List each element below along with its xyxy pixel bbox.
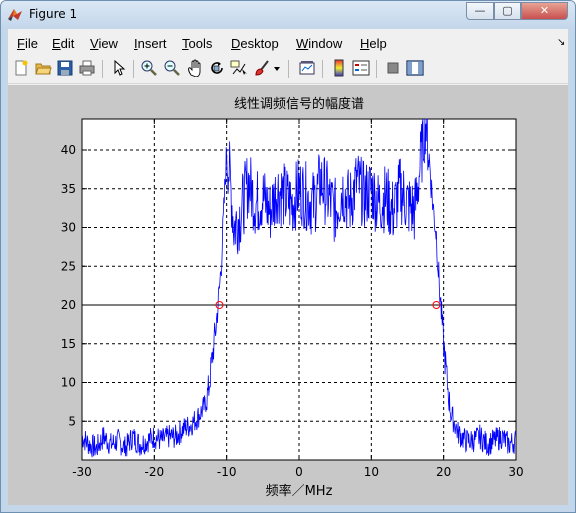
menu-window-label: indow: [308, 36, 343, 51]
chart-title: 线性调频信号的幅度谱: [234, 96, 364, 112]
menu-view-label: iew: [98, 36, 118, 51]
hide-plot-tools-icon[interactable]: [384, 59, 402, 77]
menu-file[interactable]: File: [17, 36, 38, 51]
title-bar[interactable]: Figure 1 — ▢ ✕: [1, 1, 575, 28]
maximize-button[interactable]: ▢: [494, 2, 521, 20]
menu-window-underline: W: [296, 36, 309, 51]
edit-plot-arrow-icon[interactable]: [110, 59, 128, 77]
menu-help[interactable]: Help: [360, 36, 387, 51]
menu-tools-label: ools: [188, 36, 213, 51]
y-tick-label: 35: [61, 182, 76, 196]
menu-file-underline: F: [17, 36, 25, 51]
chart-svg[interactable]: -30 -20 -10 0 10 20 30 5 10 15 20 25 30 35 40 线性调频信号的…: [8, 85, 568, 505]
y-tick-label: 15: [61, 337, 76, 351]
dock-arrow-icon[interactable]: ↘: [557, 37, 565, 48]
menu-help-label: elp: [369, 36, 387, 51]
menu-desktop-underline: D: [231, 36, 241, 51]
figure-toolbar: [8, 56, 568, 84]
new-figure-icon[interactable]: [12, 59, 30, 77]
window-title: Figure 1: [29, 7, 78, 21]
menu-desktop[interactable]: Desktop: [231, 36, 279, 51]
pan-hand-icon[interactable]: [186, 59, 204, 77]
x-tick-label: 0: [295, 465, 303, 479]
menu-bar: File Edit View Insert Tools Desktop Wind…: [8, 29, 568, 56]
x-tick-label: -30: [72, 465, 92, 479]
menu-edit-label: dit: [60, 36, 75, 51]
toolbar-separator: [133, 60, 134, 78]
menu-edit[interactable]: Edit: [52, 36, 74, 51]
menu-desktop-label: esktop: [240, 36, 279, 51]
y-tick-label: 30: [61, 221, 76, 235]
brush-icon[interactable]: [253, 59, 271, 77]
save-icon[interactable]: [56, 59, 74, 77]
x-tick-label: -20: [145, 465, 165, 479]
menu-edit-underline: E: [52, 36, 61, 51]
y-tick-label: 40: [61, 143, 76, 157]
open-file-icon[interactable]: [34, 59, 52, 77]
x-axis-label: 频率／MHz: [266, 483, 333, 499]
brush-dropdown-icon[interactable]: [272, 59, 282, 77]
toolbar-separator: [288, 60, 289, 78]
y-tick-label: 25: [61, 259, 76, 273]
show-plot-tools-icon[interactable]: [406, 59, 424, 77]
x-tick-label: 30: [508, 465, 523, 479]
toolbar-separator: [102, 60, 103, 78]
menu-insert[interactable]: Insert: [134, 36, 167, 51]
figure-client-area: File Edit View Insert Tools Desktop Wind…: [8, 29, 568, 505]
zoom-out-icon[interactable]: [163, 59, 181, 77]
menu-tools[interactable]: Tools: [182, 36, 212, 51]
x-tick-label: -10: [217, 465, 237, 479]
matlab-icon: [8, 9, 22, 21]
menu-view[interactable]: View: [90, 36, 118, 51]
menu-insert-label: nsert: [137, 36, 167, 51]
toolbar-separator: [376, 60, 377, 78]
zoom-in-icon[interactable]: [140, 59, 158, 77]
x-tick-label: 10: [364, 465, 379, 479]
figure-canvas[interactable]: -30 -20 -10 0 10 20 30 5 10 15 20 25 30 35 40 线性调频信号的…: [8, 85, 568, 505]
link-plot-icon[interactable]: [298, 59, 316, 77]
legend-icon[interactable]: [352, 59, 370, 77]
y-tick-label: 10: [61, 376, 76, 390]
toolbar-separator: [322, 60, 323, 78]
menu-window[interactable]: Window: [296, 36, 342, 51]
figure-window: Figure 1 — ▢ ✕ File Edit View Insert Too…: [0, 0, 576, 513]
rotate-3d-icon[interactable]: [208, 59, 226, 77]
minimize-button[interactable]: —: [466, 2, 494, 20]
close-button[interactable]: ✕: [521, 2, 568, 20]
print-icon[interactable]: [78, 59, 96, 77]
x-tick-label: 20: [436, 465, 451, 479]
data-cursor-icon[interactable]: [230, 59, 248, 77]
colorbar-icon[interactable]: [330, 59, 348, 77]
menu-file-label: ile: [24, 36, 38, 51]
y-tick-label: 5: [68, 414, 76, 428]
y-tick-label: 20: [61, 298, 76, 312]
menu-help-underline: H: [360, 36, 370, 51]
